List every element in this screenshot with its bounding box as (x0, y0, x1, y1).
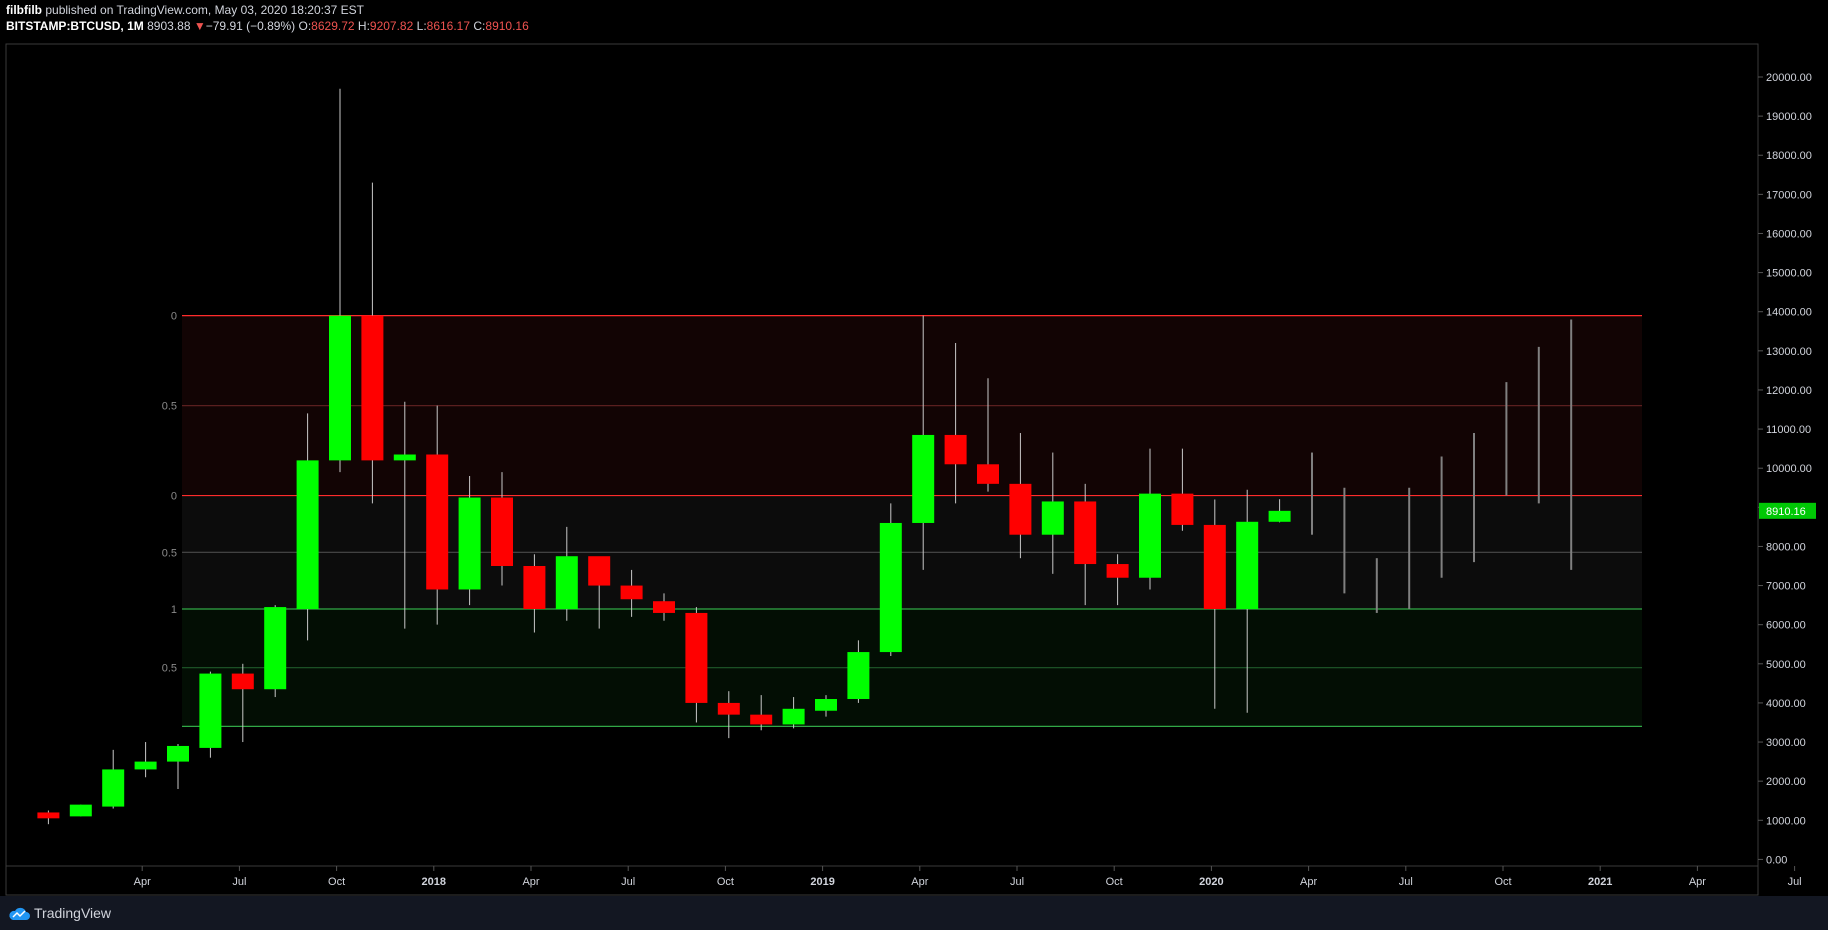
candle-up[interactable] (264, 607, 287, 690)
fib-level-label: 0.5 (162, 547, 177, 559)
fib-level-label: 1 (171, 604, 177, 616)
price-chart[interactable]: 0 0.5 0 0.5 1 0.5 0.00 1000.00 2000.00 3000.00 40… (0, 0, 1828, 896)
last-price-tag-label: 8910.16 (1766, 506, 1806, 518)
candle-down[interactable] (231, 673, 254, 690)
candle-down[interactable] (620, 585, 643, 600)
candle-up[interactable] (815, 699, 837, 711)
candle-down[interactable] (426, 454, 449, 590)
candle-up[interactable] (847, 652, 870, 700)
y-tick-label: 19000.00 (1766, 111, 1812, 123)
y-tick-label: 7000.00 (1766, 581, 1806, 593)
footer-bar: TradingView (0, 896, 1828, 930)
brand-label: TradingView (34, 905, 112, 921)
y-tick-label: 11000.00 (1766, 424, 1811, 436)
candle-up[interactable] (1236, 521, 1259, 610)
candle-down[interactable] (588, 556, 611, 586)
candle-down[interactable] (361, 315, 384, 461)
candle-up[interactable] (1041, 501, 1064, 535)
candle-down[interactable] (523, 566, 546, 610)
y-tick-label: 0.00 (1766, 854, 1787, 866)
x-tick-label: Oct (1106, 876, 1123, 888)
y-tick-label: 1000.00 (1766, 815, 1806, 827)
candle-down[interactable] (1203, 524, 1226, 610)
candle-up[interactable] (393, 454, 416, 461)
x-tick-label: Oct (717, 876, 734, 888)
x-tick-label: 2021 (1588, 876, 1612, 888)
candle-up[interactable] (1268, 510, 1291, 522)
x-tick-label: Oct (1494, 876, 1511, 888)
tradingview-logo[interactable]: TradingView (8, 905, 111, 921)
fib-level-label: 0.5 (162, 401, 177, 413)
candle-up[interactable] (912, 434, 935, 523)
y-tick-label: 15000.00 (1766, 268, 1812, 280)
candle-up[interactable] (134, 761, 157, 770)
fib-level-label: 0.5 (162, 663, 177, 675)
cloud-icon (9, 908, 30, 921)
candle-down[interactable] (1009, 483, 1032, 535)
y-tick-label: 10000.00 (1766, 463, 1812, 475)
candle-up[interactable] (296, 460, 319, 610)
y-tick-label: 20000.00 (1766, 72, 1812, 84)
candle-up[interactable] (329, 315, 351, 461)
candle-down[interactable] (685, 612, 708, 703)
x-tick-label: Jul (621, 876, 635, 888)
y-tick-label: 4000.00 (1766, 698, 1806, 710)
candle-up[interactable] (782, 708, 805, 725)
y-tick-label: 16000.00 (1766, 228, 1812, 240)
x-tick-label: Jul (232, 876, 246, 888)
y-tick-label: 2000.00 (1766, 776, 1806, 788)
candle-up[interactable] (102, 769, 125, 807)
x-tick-label: Apr (134, 876, 151, 888)
x-tick-label: 2020 (1199, 876, 1223, 888)
x-tick-label: Apr (911, 876, 928, 888)
y-tick-label: 3000.00 (1766, 737, 1806, 749)
candle-up[interactable] (879, 522, 902, 653)
fib-level-label: 0 (171, 311, 177, 323)
candle-down[interactable] (1074, 501, 1097, 565)
fib-level-label: 0 (171, 491, 177, 503)
y-tick-label: 18000.00 (1766, 150, 1812, 162)
candle-up[interactable] (458, 497, 481, 590)
y-tick-label: 17000.00 (1766, 189, 1812, 201)
candle-down[interactable] (37, 812, 60, 819)
x-tick-label: Apr (1689, 876, 1706, 888)
y-tick-label: 14000.00 (1766, 307, 1812, 319)
x-tick-label: Apr (1300, 876, 1317, 888)
x-tick-label: Oct (328, 876, 345, 888)
y-tick-label: 12000.00 (1766, 385, 1812, 397)
candle-down[interactable] (491, 497, 513, 566)
y-tick-label: 5000.00 (1766, 659, 1806, 671)
y-tick-label: 13000.00 (1766, 346, 1812, 358)
candle-down[interactable] (750, 714, 773, 725)
candle-down[interactable] (653, 601, 675, 613)
candle-up[interactable] (167, 745, 189, 762)
candle-down[interactable] (1171, 493, 1194, 525)
candle-down[interactable] (1106, 564, 1129, 578)
x-tick-label: Apr (522, 876, 539, 888)
candle-down[interactable] (717, 702, 740, 715)
x-tick-label: Jul (1788, 876, 1802, 888)
x-tick-label: Jul (1010, 876, 1024, 888)
candle-up[interactable] (1139, 493, 1161, 578)
x-tick-label: 2019 (810, 876, 834, 888)
x-tick-label: Jul (1399, 876, 1413, 888)
y-tick-label: 8000.00 (1766, 541, 1806, 553)
candle-up[interactable] (199, 673, 222, 748)
candle-up[interactable] (69, 804, 92, 817)
candle-down[interactable] (977, 464, 999, 484)
x-tick-label: 2018 (422, 876, 446, 888)
candle-down[interactable] (944, 434, 967, 465)
candle-up[interactable] (555, 556, 578, 610)
y-tick-label: 6000.00 (1766, 620, 1806, 632)
